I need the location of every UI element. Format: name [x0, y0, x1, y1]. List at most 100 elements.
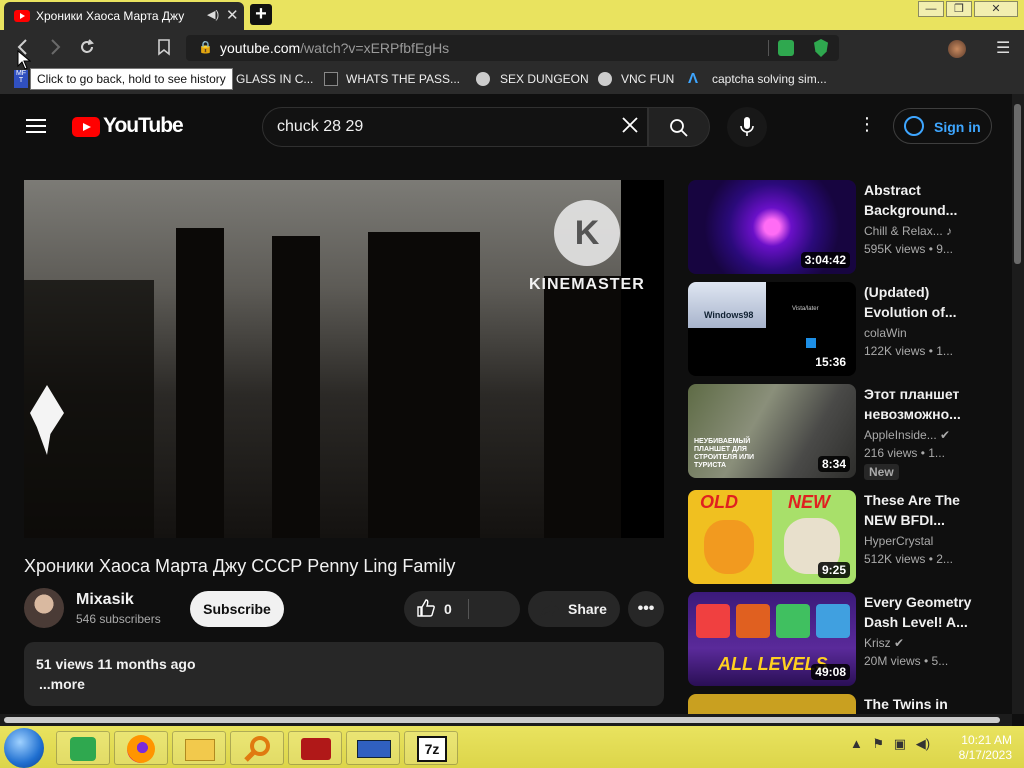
more-actions-button[interactable]: •••	[628, 591, 664, 627]
video-thumbnail[interactable]: OLD NEW 9:25	[688, 490, 856, 584]
video-thumbnail[interactable]: ALL LEVELS 49:08	[688, 592, 856, 686]
rec-channel-name[interactable]: HyperCrystal	[864, 534, 933, 548]
rec-view-count: 20M views • 5...	[864, 654, 949, 668]
video-frame	[24, 180, 621, 538]
taskbar-app-notes[interactable]	[56, 731, 110, 765]
video-shadow-shape	[272, 236, 320, 538]
browser-tab-active[interactable]: Хроники Хаоса Марта Джу С ◀) ✕	[4, 2, 244, 30]
thumbnail-caption: НЕУБИВАЕМЫЙ ПЛАНШЕТ ДЛЯ СТРОИТЕЛЯ ИЛИ ТУ…	[694, 438, 755, 469]
taskbar-app-search[interactable]	[230, 731, 284, 765]
share-icon	[540, 600, 559, 618]
rec-view-count: 595K views • 9...	[864, 242, 953, 256]
page-scrollbar-thumb[interactable]	[1014, 104, 1021, 264]
taskbar-clock[interactable]: 10:21 AM 8/17/2023	[950, 733, 1012, 763]
taskbar-app-firefox[interactable]	[114, 731, 168, 765]
video-shadow-shape	[368, 232, 480, 538]
horizontal-scrollbar-thumb[interactable]	[4, 717, 1000, 723]
system-tray[interactable]: ▲ ⚑ ▣ ◀)	[850, 736, 930, 752]
channel-subscriber-count: 546 subscribers	[76, 612, 161, 626]
description-box[interactable]: 51 views 11 months ago ...more	[24, 642, 664, 706]
forward-button[interactable]	[46, 38, 64, 61]
reload-button[interactable]	[78, 38, 96, 61]
taskbar-app-explorer[interactable]	[172, 731, 226, 765]
video-thumbnail[interactable]: НЕУБИВАЕМЫЙ ПЛАНШЕТ ДЛЯ СТРОИТЕЛЯ ИЛИ ТУ…	[688, 384, 856, 478]
bookmark-item[interactable]: captcha solving sim...	[712, 72, 827, 86]
tray-expand-icon[interactable]: ▲	[850, 736, 863, 751]
rec-channel-name[interactable]: colaWin	[864, 326, 907, 340]
lock-icon: 🔒	[198, 40, 213, 54]
like-icon[interactable]	[416, 598, 436, 623]
speaker-icon[interactable]: ◀)	[207, 8, 219, 21]
youtube-logo-icon[interactable]	[72, 117, 100, 137]
video-thumbnail[interactable]	[688, 694, 856, 714]
bookmark-button[interactable]	[156, 38, 172, 61]
rec-channel-name[interactable]: Chill & Relax... ♪	[864, 224, 952, 238]
magnifier-icon	[244, 736, 270, 762]
window-close-button[interactable]: ✕	[974, 1, 1018, 17]
subscribe-button[interactable]: Subscribe	[190, 591, 284, 627]
bookmark-folder-icon[interactable]: MF T	[14, 70, 28, 88]
search-button[interactable]	[648, 107, 710, 147]
browser-menu-icon[interactable]: ☰	[996, 38, 1010, 58]
settings-kebab-icon[interactable]: ⋮	[858, 114, 876, 135]
bookmark-item[interactable]: SEX DUNGEON	[500, 72, 589, 86]
sign-in-button[interactable]: Sign in	[893, 108, 992, 144]
bookmark-item[interactable]: VNC FUN	[621, 72, 674, 86]
youtube-logo-text[interactable]: YouTube	[103, 114, 184, 138]
rec-video-title[interactable]: (Updated) Evolution of...	[864, 282, 994, 322]
voice-search-button[interactable]	[727, 107, 767, 147]
hamburger-menu-icon[interactable]	[26, 119, 46, 121]
view-count-date: 51 views 11 months ago	[36, 656, 196, 672]
new-tab-button[interactable]: +	[250, 4, 272, 25]
channel-avatar[interactable]	[24, 588, 64, 628]
recommended-video[interactable]: ALL LEVELS 49:08 Every Geometry Dash Lev…	[688, 592, 1008, 688]
minimize-button[interactable]: —	[918, 1, 944, 17]
taskbar-app-keyboard[interactable]	[346, 731, 400, 765]
rec-channel-name[interactable]: Krisz ✔	[864, 636, 904, 650]
share-button[interactable]: Share	[528, 591, 620, 627]
recommended-video[interactable]: The Twins in	[688, 694, 1008, 714]
taskbar-app-media[interactable]	[288, 731, 342, 765]
rec-video-title[interactable]: The Twins in	[864, 694, 994, 714]
url-host: youtube.com	[220, 40, 301, 56]
address-bar[interactable]: 🔒 youtube.com/watch?v=xERPfbfEgHs	[186, 35, 839, 61]
kinemaster-logo-icon: K	[554, 200, 620, 266]
rec-video-title[interactable]: Every Geometry Dash Level! A...	[864, 592, 994, 632]
tab-close-icon[interactable]: ✕	[226, 6, 239, 24]
bookmark-item[interactable]: WHATS THE PASS...	[346, 72, 460, 86]
recommended-video[interactable]: НЕУБИВАЕМЫЙ ПЛАНШЕТ ДЛЯ СТРОИТЕЛЯ ИЛИ ТУ…	[688, 384, 1008, 480]
volume-icon[interactable]: ◀)	[916, 736, 930, 751]
video-duration: 9:25	[817, 562, 850, 578]
like-count: 0	[444, 601, 452, 617]
address-text[interactable]: youtube.com/watch?v=xERPfbfEgHs	[220, 40, 449, 56]
rec-video-title[interactable]: These Are The NEW BFDI...	[864, 490, 994, 530]
video-thumbnail[interactable]: Windows98 Vista/later 15:36	[688, 282, 856, 376]
clear-search-icon[interactable]	[620, 114, 640, 142]
rec-channel-name[interactable]: AppleInside... ✔	[864, 428, 950, 442]
shield-extension-icon[interactable]	[814, 39, 828, 57]
7zip-icon: 7z	[417, 736, 447, 762]
network-icon[interactable]: ▣	[894, 736, 906, 751]
like-dislike-group[interactable]: 0	[404, 591, 520, 627]
search-query-text[interactable]: chuck 28 29	[277, 118, 363, 136]
search-icon	[670, 119, 688, 137]
extension-notes-icon[interactable]	[778, 40, 794, 56]
show-more-link[interactable]: ...more	[39, 676, 85, 692]
bookmark-item[interactable]: GLASS IN C...	[236, 72, 313, 86]
video-thumbnail[interactable]: 3:04:42	[688, 180, 856, 274]
recommended-video[interactable]: Windows98 Vista/later 15:36 (Updated) Ev…	[688, 282, 1008, 378]
recommended-video[interactable]: OLD NEW 9:25 These Are The NEW BFDI... H…	[688, 490, 1008, 586]
start-button[interactable]	[4, 728, 44, 768]
taskbar-app-7zip[interactable]: 7z	[404, 731, 458, 765]
profile-avatar[interactable]	[948, 40, 966, 58]
vista-thumb-text: Vista/later	[792, 306, 819, 312]
video-player[interactable]: K KINEMASTER	[24, 180, 664, 538]
rec-video-title[interactable]: Abstract Background...	[864, 180, 994, 220]
recommended-video[interactable]: 3:04:42 Abstract Background... Chill & R…	[688, 180, 1008, 276]
flag-icon[interactable]: ⚑	[873, 736, 885, 751]
channel-name[interactable]: Mixasik	[76, 591, 134, 609]
maximize-button[interactable]: ❐	[946, 1, 972, 17]
rec-video-title[interactable]: Этот планшет невозможно...	[864, 384, 994, 424]
clock-time: 10:21 AM	[961, 733, 1012, 747]
bookmark-favicon-icon	[598, 72, 612, 86]
